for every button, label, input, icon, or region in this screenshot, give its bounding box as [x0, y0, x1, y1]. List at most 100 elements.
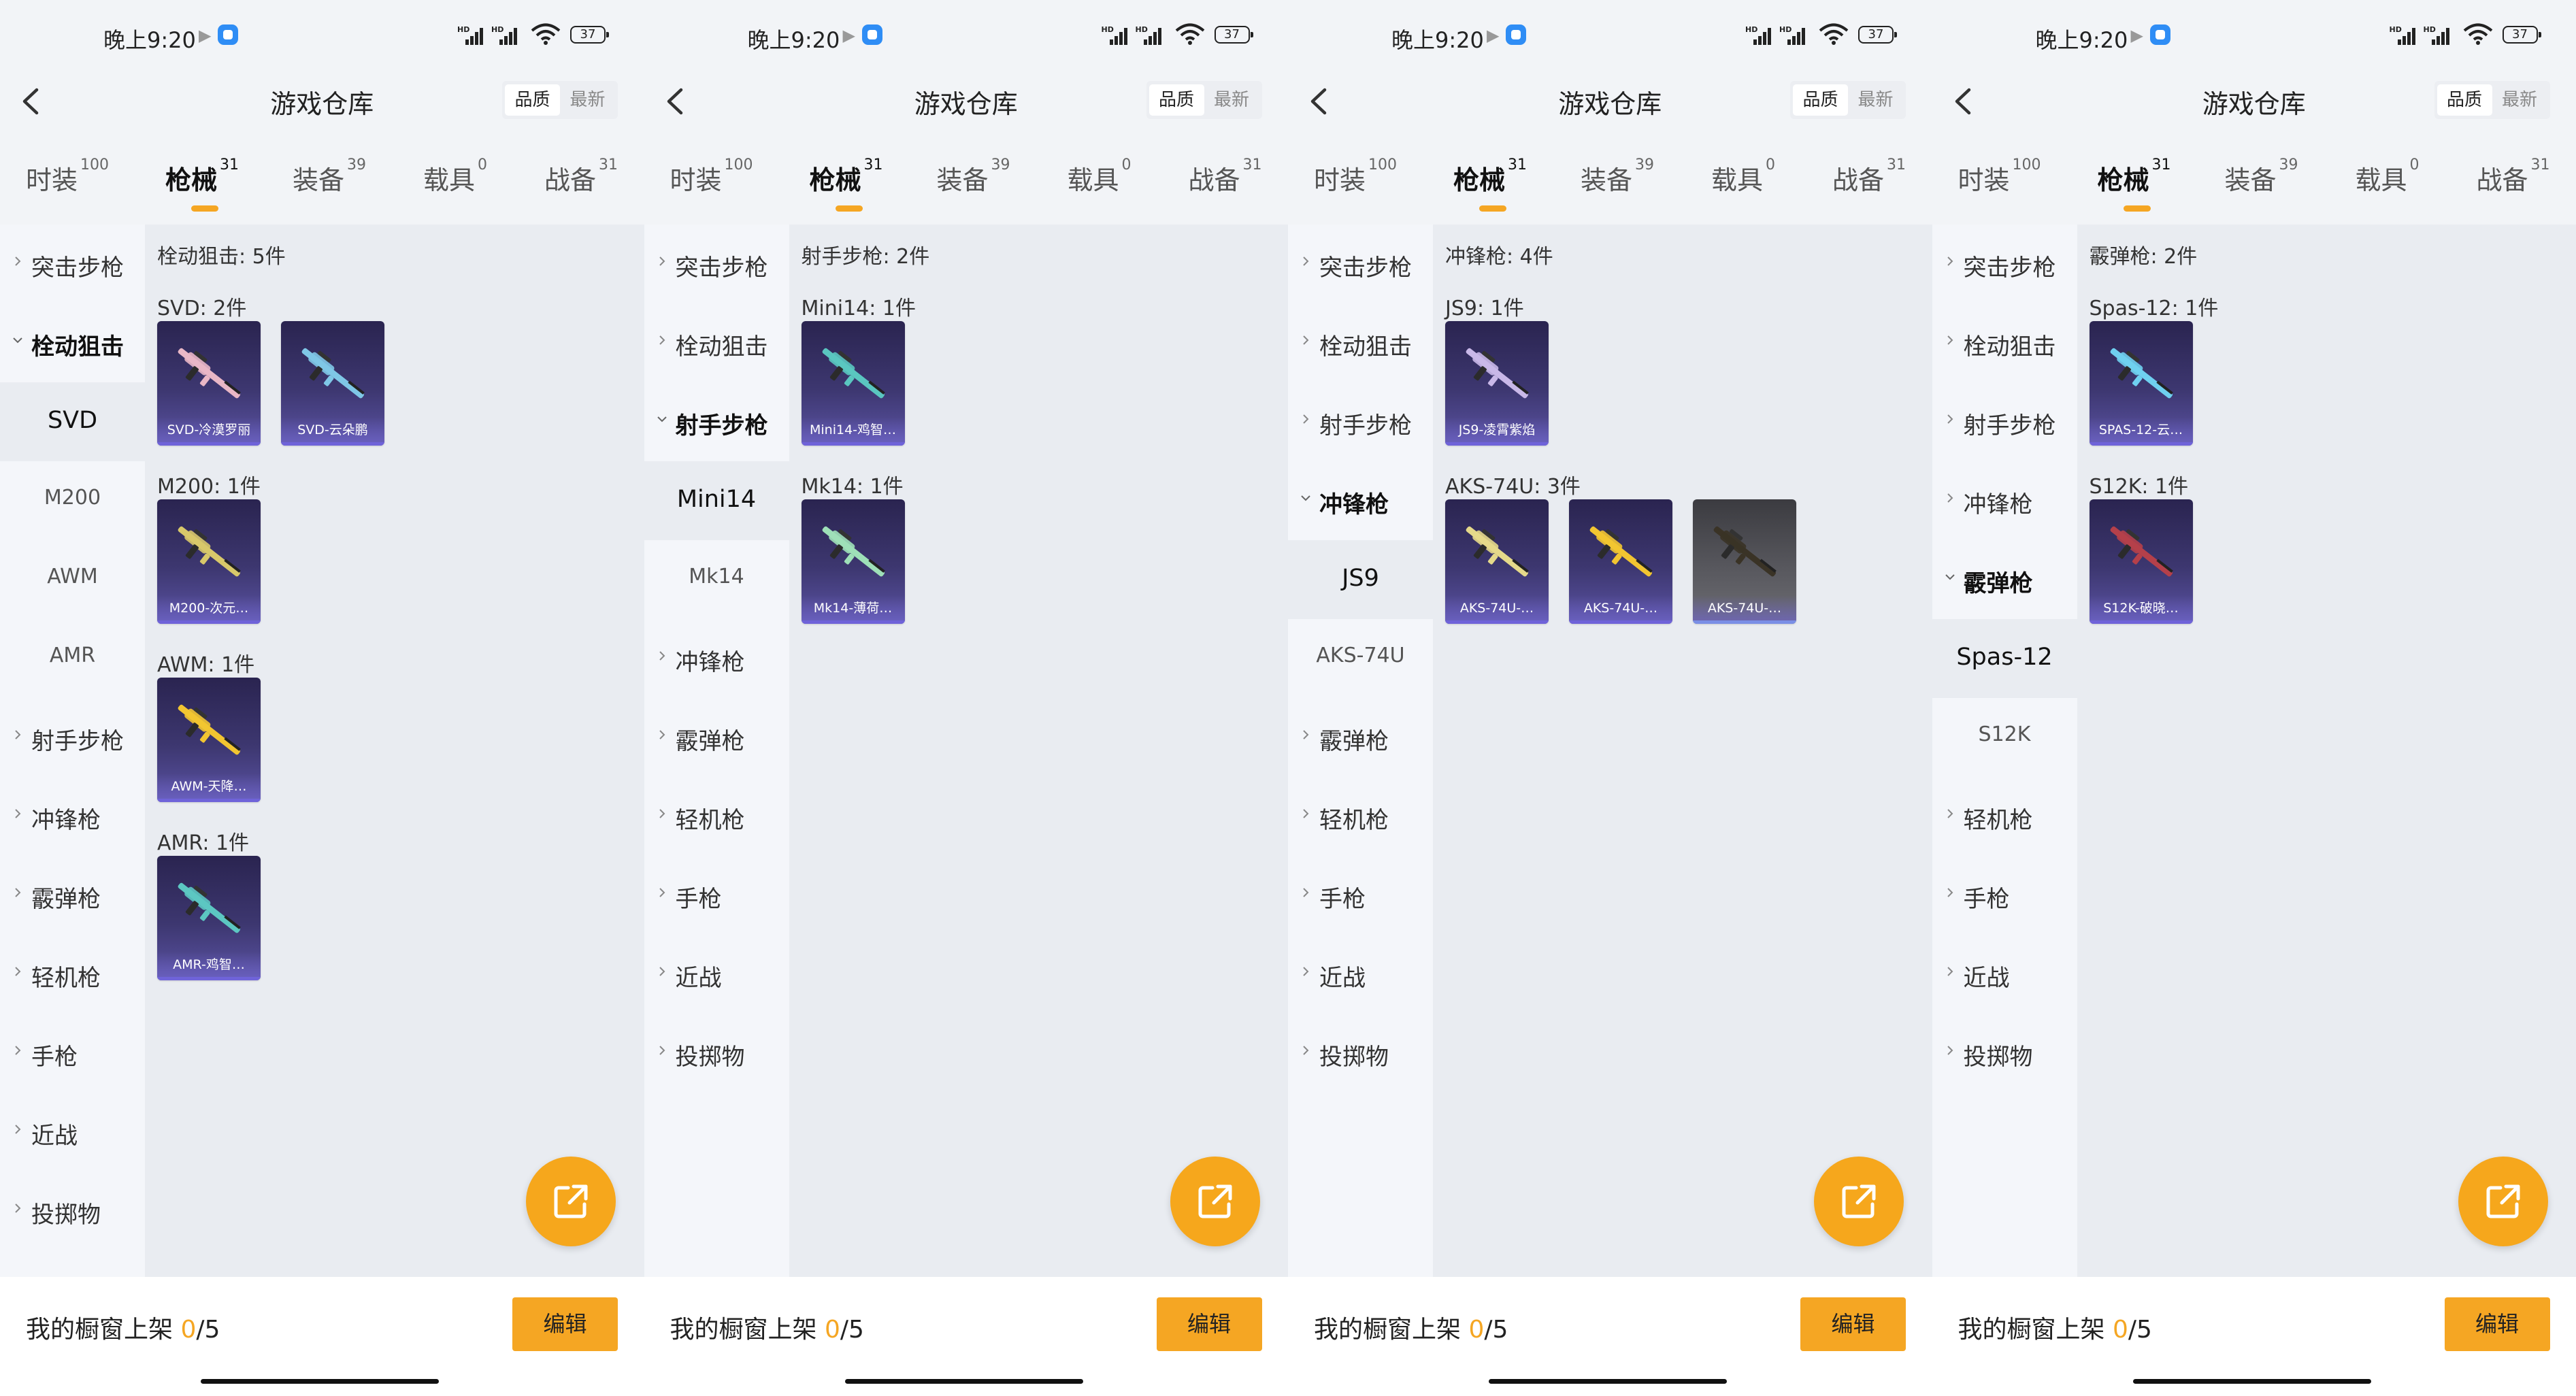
tab-0[interactable]: 时装100 [670, 156, 753, 197]
sidebar-item[interactable]: JS9 [1288, 540, 1433, 619]
sort-newest-button[interactable]: 最新 [1848, 84, 1903, 116]
tab-4[interactable]: 战备31 [1832, 156, 1906, 197]
weapon-skin-card[interactable]: JS9-凌霄紫焰 [1445, 321, 1549, 446]
edit-button[interactable]: 编辑 [1800, 1297, 1906, 1351]
share-fab-button[interactable] [526, 1157, 616, 1246]
weapon-skin-card[interactable]: SVD-冷漠罗丽 [157, 321, 261, 446]
sidebar-item[interactable]: 投掷物 [1932, 1014, 2077, 1093]
sidebar-item[interactable]: AMR [0, 619, 145, 698]
edit-button[interactable]: 编辑 [2444, 1297, 2550, 1351]
tab-0[interactable]: 时装100 [1314, 156, 1397, 197]
sidebar-item[interactable]: 射手步枪 [1288, 382, 1433, 461]
sidebar-item[interactable]: 手枪 [1288, 856, 1433, 935]
tab-label: 载具 [1711, 165, 1764, 195]
share-fab-button[interactable] [2458, 1157, 2548, 1246]
sidebar-item[interactable]: 投掷物 [0, 1171, 145, 1250]
tab-4[interactable]: 战备31 [2477, 156, 2550, 197]
sidebar-item[interactable]: SVD [0, 382, 145, 461]
weapon-skin-card[interactable]: S12K-破晓… [2089, 499, 2193, 624]
sidebar-item[interactable]: 手枪 [0, 1014, 145, 1093]
sidebar-item[interactable]: 冲锋枪 [1288, 461, 1433, 540]
status-time: 晚上9:20 [747, 27, 840, 53]
sidebar-item[interactable]: 突击步枪 [0, 225, 145, 303]
sidebar-item[interactable]: 突击步枪 [1932, 225, 2077, 303]
weapon-skin-card[interactable]: Mini14-鸡智… [801, 321, 905, 446]
tab-1[interactable]: 枪械31 [810, 156, 883, 212]
sidebar-item[interactable]: Mini14 [644, 461, 789, 540]
weapon-skin-card[interactable]: M200-次元… [157, 499, 261, 624]
weapon-skin-card[interactable]: AWM-天降… [157, 678, 261, 802]
sidebar-item[interactable]: AKS-74U [1288, 619, 1433, 698]
sidebar-item[interactable]: 冲锋枪 [0, 777, 145, 856]
sidebar-item[interactable]: 近战 [0, 1093, 145, 1171]
sidebar-item[interactable]: 轻机枪 [1288, 777, 1433, 856]
sidebar-item[interactable]: 霰弹枪 [1288, 698, 1433, 777]
tab-4[interactable]: 战备31 [544, 156, 618, 197]
tab-4[interactable]: 战备31 [1189, 156, 1262, 197]
sidebar-item[interactable]: 投掷物 [644, 1014, 789, 1093]
tab-2[interactable]: 装备39 [1581, 156, 1654, 197]
sidebar-item[interactable]: 手枪 [644, 856, 789, 935]
sidebar-item[interactable]: 突击步枪 [644, 225, 789, 303]
weapon-skin-card[interactable]: AKS-74U-… [1569, 499, 1672, 624]
tab-3[interactable]: 载具0 [1711, 156, 1775, 197]
sidebar-item[interactable]: 霰弹枪 [0, 856, 145, 935]
tab-3[interactable]: 载具0 [1068, 156, 1132, 197]
tab-3[interactable]: 载具0 [423, 156, 487, 197]
sidebar-item[interactable]: 射手步枪 [1932, 382, 2077, 461]
weapon-skin-card[interactable]: AKS-74U-… [1693, 499, 1796, 624]
tab-0[interactable]: 时装100 [26, 156, 109, 197]
sidebar-item[interactable]: 轻机枪 [0, 935, 145, 1014]
tab-2[interactable]: 装备39 [937, 156, 1010, 197]
sort-newest-button[interactable]: 最新 [2492, 84, 2547, 116]
sidebar-item-label: Mini14 [676, 486, 757, 513]
edit-button[interactable]: 编辑 [1156, 1297, 1262, 1351]
sidebar-item[interactable]: S12K [1932, 698, 2077, 777]
sidebar-item[interactable]: 射手步枪 [644, 382, 789, 461]
sidebar-item[interactable]: 栓动狙击 [1288, 303, 1433, 382]
tab-2[interactable]: 装备39 [293, 156, 366, 197]
sidebar-item[interactable]: 射手步枪 [0, 698, 145, 777]
sidebar-item[interactable]: AWM [0, 540, 145, 619]
tab-1[interactable]: 枪械31 [165, 156, 239, 212]
sort-quality-button[interactable]: 品质 [2437, 84, 2492, 116]
sidebar-item[interactable]: 突击步枪 [1288, 225, 1433, 303]
sidebar-item[interactable]: 栓动狙击 [644, 303, 789, 382]
tab-2[interactable]: 装备39 [2225, 156, 2298, 197]
sort-quality-button[interactable]: 品质 [1793, 84, 1848, 116]
sort-newest-button[interactable]: 最新 [560, 84, 615, 116]
sidebar-item[interactable]: 近战 [1932, 935, 2077, 1014]
weapon-skin-card[interactable]: Mk14-薄荷… [801, 499, 905, 624]
sidebar-item[interactable]: 近战 [1288, 935, 1433, 1014]
sidebar-item[interactable]: 冲锋枪 [1932, 461, 2077, 540]
sidebar-item[interactable]: 手枪 [1932, 856, 2077, 935]
sidebar-item[interactable]: 霰弹枪 [1932, 540, 2077, 619]
tab-0[interactable]: 时装100 [1958, 156, 2041, 197]
tab-1[interactable]: 枪械31 [2098, 156, 2171, 212]
sidebar-item[interactable]: 冲锋枪 [644, 619, 789, 698]
weapon-skin-card[interactable]: SVD-云朵鹏 [281, 321, 384, 446]
weapon-skin-card[interactable]: AMR-鸡智… [157, 856, 261, 980]
tab-1[interactable]: 枪械31 [1453, 156, 1527, 212]
weapon-skin-card[interactable]: SPAS-12-云… [2089, 321, 2193, 446]
sidebar-item[interactable]: 轻机枪 [1932, 777, 2077, 856]
tab-3[interactable]: 载具0 [2356, 156, 2420, 197]
share-fab-button[interactable] [1170, 1157, 1260, 1246]
sidebar-item[interactable]: 投掷物 [1288, 1014, 1433, 1093]
quality-underline [281, 442, 384, 446]
edit-button[interactable]: 编辑 [512, 1297, 618, 1351]
weapon-skin-card[interactable]: AKS-74U-… [1445, 499, 1549, 624]
sidebar-item[interactable]: 霰弹枪 [644, 698, 789, 777]
showcase-label: 我的橱窗上架 [1958, 1316, 2105, 1344]
share-fab-button[interactable] [1814, 1157, 1904, 1246]
sidebar-item[interactable]: 近战 [644, 935, 789, 1014]
sidebar-item[interactable]: Mk14 [644, 540, 789, 619]
sidebar-item[interactable]: 轻机枪 [644, 777, 789, 856]
sort-newest-button[interactable]: 最新 [1204, 84, 1259, 116]
sort-quality-button[interactable]: 品质 [1149, 84, 1204, 116]
sidebar-item[interactable]: M200 [0, 461, 145, 540]
sidebar-item[interactable]: 栓动狙击 [1932, 303, 2077, 382]
sidebar-item[interactable]: 栓动狙击 [0, 303, 145, 382]
sidebar-item[interactable]: Spas-12 [1932, 619, 2077, 698]
sort-quality-button[interactable]: 品质 [505, 84, 560, 116]
